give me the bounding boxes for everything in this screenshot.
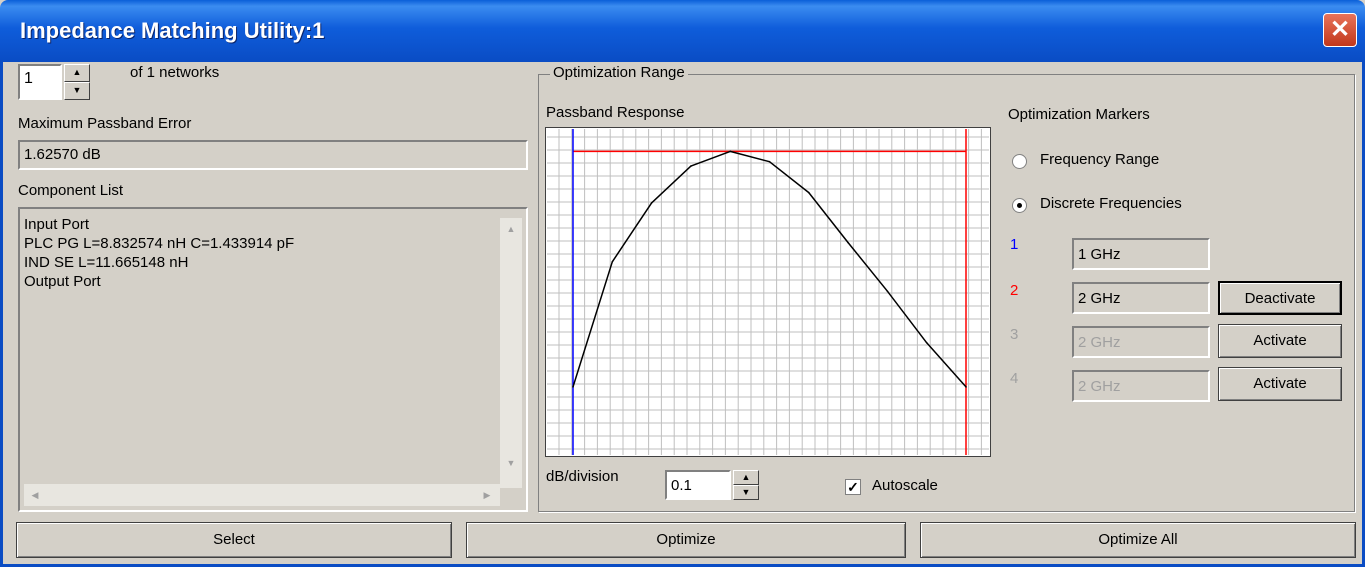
marker-1-number: 1 [1010, 236, 1019, 253]
component-line[interactable]: IND SE L=11.665148 nH [24, 253, 526, 272]
passband-error-value: 1.62570 dB [18, 140, 528, 170]
discrete-frequencies-label: Discrete Frequencies [1040, 195, 1182, 212]
scroll-right-icon[interactable]: ▶ [478, 486, 496, 504]
marker-3-number: 3 [1010, 326, 1019, 343]
autoscale-label: Autoscale [872, 477, 938, 494]
chart-point [729, 150, 731, 153]
optimization-range-label: Optimization Range [550, 64, 688, 81]
optimize-all-button[interactable]: Optimize All [920, 522, 1356, 558]
component-line[interactable]: PLC PG L=8.832574 nH C=1.433914 pF [24, 234, 526, 253]
vertical-scrollbar[interactable] [500, 218, 522, 488]
chart-point [572, 386, 574, 388]
network-spin-up[interactable]: ▲ [64, 64, 90, 82]
db-division-spin-down[interactable]: ▼ [733, 485, 759, 500]
chart-point [650, 202, 653, 204]
frequency-range-radio[interactable] [1012, 154, 1027, 169]
select-button[interactable]: Select [16, 522, 452, 558]
marker-4-frequency: 2 GHz [1072, 370, 1210, 402]
scroll-up-icon[interactable]: ▲ [502, 220, 520, 238]
window-title: Impedance Matching Utility:1 [20, 18, 325, 43]
discrete-frequencies-radio[interactable] [1012, 198, 1027, 213]
passband-response-chart [545, 127, 991, 457]
chart-point [847, 241, 849, 244]
network-spin-down[interactable]: ▼ [64, 82, 90, 100]
db-division-field[interactable]: 0.1 [665, 470, 731, 500]
component-line[interactable]: Output Port [24, 272, 526, 291]
chart-point [690, 165, 692, 167]
marker-1-frequency[interactable]: 1 GHz [1072, 238, 1210, 270]
activate-marker-4-button[interactable]: Activate [1218, 367, 1342, 401]
chart-point [886, 290, 889, 293]
chart-point [965, 386, 967, 388]
deactivate-marker-2-button[interactable]: Deactivate [1218, 281, 1342, 315]
marker-3-frequency: 2 GHz [1072, 326, 1210, 358]
activate-marker-3-button[interactable]: Activate [1218, 324, 1342, 358]
db-division-label: dB/division [546, 468, 619, 485]
horizontal-scrollbar[interactable] [24, 484, 500, 506]
autoscale-checkbox[interactable]: ✓ [845, 479, 861, 495]
scroll-left-icon[interactable]: ◀ [26, 486, 44, 504]
component-list[interactable]: Input Port PLC PG L=8.832574 nH C=1.4339… [18, 207, 528, 512]
scroll-down-icon[interactable]: ▼ [502, 454, 520, 472]
close-button[interactable]: ✕ [1323, 13, 1357, 47]
component-line[interactable]: Input Port [24, 215, 526, 234]
optimization-markers-label: Optimization Markers [1008, 106, 1150, 123]
passband-error-label: Maximum Passband Error [18, 115, 192, 132]
chart-point [768, 160, 771, 163]
network-count-label: of 1 networks [130, 64, 220, 81]
chart-point [808, 191, 810, 194]
marker-4-number: 4 [1010, 370, 1019, 387]
frequency-range-label: Frequency Range [1040, 151, 1160, 168]
network-index-field[interactable]: 1 [18, 64, 62, 100]
chart-point [925, 341, 928, 344]
optimize-button[interactable]: Optimize [466, 522, 906, 558]
marker-2-number: 2 [1010, 282, 1019, 299]
chart-point [611, 260, 614, 263]
passband-response-label: Passband Response [546, 104, 685, 121]
marker-2-frequency[interactable]: 2 GHz [1072, 282, 1210, 314]
db-division-spin-up[interactable]: ▲ [733, 470, 759, 485]
component-list-label: Component List [18, 182, 124, 199]
